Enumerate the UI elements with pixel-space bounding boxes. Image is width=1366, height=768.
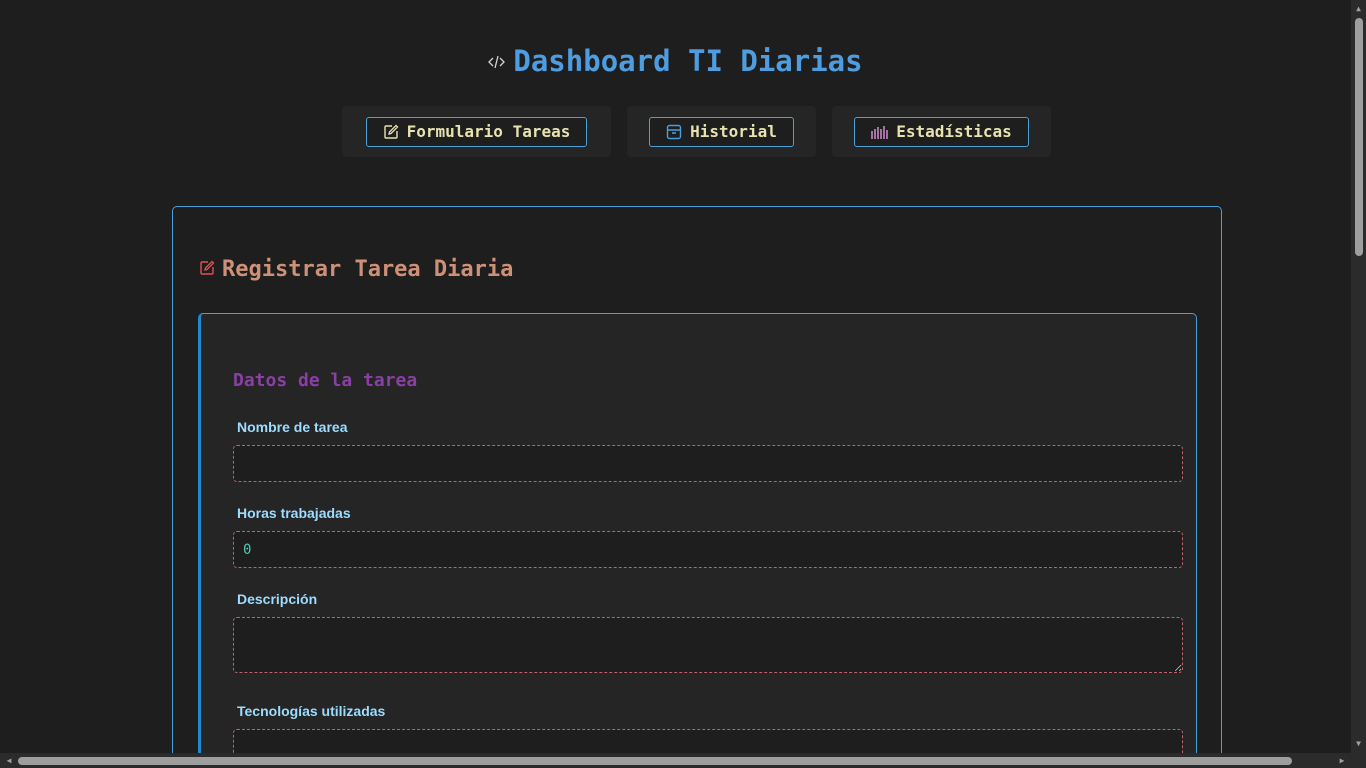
edit-icon	[383, 124, 399, 140]
horizontal-scroll-thumb[interactable]	[18, 757, 1292, 765]
tab-estadisticas[interactable]: Estadísticas	[854, 116, 1029, 147]
task-form-card: Registrar Tarea Diaria Datos de la tarea…	[172, 206, 1222, 753]
nav-tab-container-formulario: Formulario Tareas	[342, 106, 611, 157]
scroll-left-icon[interactable]: ◀	[2, 753, 16, 768]
technologies-input[interactable]	[233, 729, 1183, 753]
tab-formulario-tareas[interactable]: Formulario Tareas	[365, 116, 588, 147]
nav-tab-container-estadisticas: Estadísticas	[832, 106, 1051, 157]
hours-input[interactable]	[233, 531, 1183, 568]
vertical-scroll-thumb[interactable]	[1355, 18, 1363, 256]
hours-label: Horas trabajadas	[237, 505, 351, 521]
scroll-right-icon[interactable]: ▶	[1335, 753, 1349, 768]
tab-label: Historial	[690, 122, 777, 141]
task-name-input[interactable]	[233, 445, 1183, 482]
horizontal-scrollbar[interactable]: ◀ ▶	[0, 753, 1351, 768]
page-header: Dashboard TI Diarias	[0, 44, 1351, 78]
scrollbar-corner	[1351, 753, 1366, 768]
technologies-label: Tecnologías utilizadas	[237, 703, 386, 719]
section-title: Datos de la tarea	[233, 370, 418, 391]
description-textarea[interactable]	[233, 617, 1183, 673]
edit-icon	[199, 260, 215, 280]
nav-tab-container-historial: Historial	[627, 106, 816, 157]
card-title: Registrar Tarea Diaria	[222, 257, 514, 282]
tab-label: Estadísticas	[896, 122, 1012, 141]
card-header: Registrar Tarea Diaria	[199, 257, 513, 282]
scroll-down-icon[interactable]: ▼	[1351, 737, 1366, 751]
bar-chart-icon	[871, 125, 889, 139]
page-title: Dashboard TI Diarias	[513, 44, 863, 78]
tab-label: Formulario Tareas	[406, 122, 571, 141]
page: Dashboard TI Diarias Formulario Tareas H…	[0, 0, 1351, 753]
tab-historial[interactable]: Historial	[649, 116, 794, 147]
description-label: Descripción	[237, 591, 318, 607]
scroll-up-icon[interactable]: ▲	[1351, 2, 1366, 16]
task-data-section: Datos de la tarea Nombre de tarea Horas …	[198, 313, 1197, 753]
vertical-scrollbar[interactable]: ▲ ▼	[1351, 0, 1366, 753]
code-icon	[488, 55, 506, 72]
archive-icon	[666, 124, 682, 140]
task-name-label: Nombre de tarea	[237, 419, 348, 435]
